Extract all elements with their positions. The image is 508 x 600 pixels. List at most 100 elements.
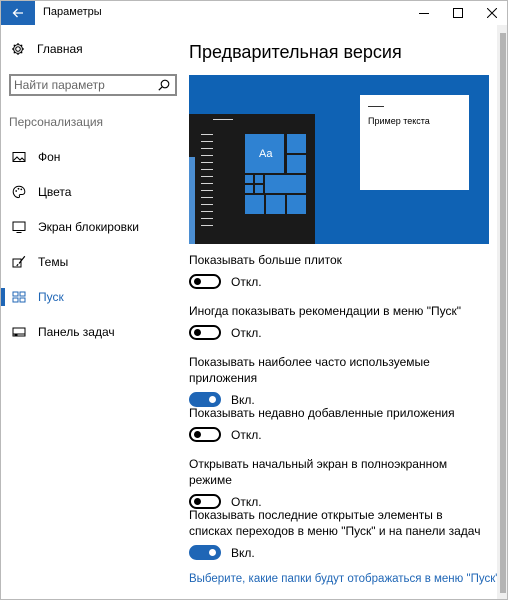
preview-line <box>201 218 213 219</box>
preview-tile <box>286 194 307 215</box>
toggle-recently-added[interactable] <box>189 427 221 442</box>
preview-line <box>201 169 213 170</box>
preview-line <box>201 134 213 135</box>
toggle-state: Вкл. <box>231 545 255 560</box>
sidebar-item-label: Фон <box>38 149 61 164</box>
preview-line <box>201 148 213 149</box>
back-arrow-icon <box>12 8 23 18</box>
preview-line <box>201 183 213 184</box>
preview-line <box>213 119 233 120</box>
setting-label: Иногда показывать рекомендации в меню "П… <box>189 304 461 318</box>
sidebar: Главная Персонализация Фон Цвета <box>1 25 185 599</box>
title-bar: Параметры <box>1 1 507 25</box>
toggle-state: Откл. <box>231 427 262 442</box>
home-link[interactable]: Главная <box>11 42 83 56</box>
preview-sidebar-strip <box>189 157 195 244</box>
sidebar-nav: Фон Цвета Экран блокировки Темы Пуск Пан… <box>1 139 185 349</box>
preview-tile <box>254 184 264 194</box>
toggle-jump-lists[interactable] <box>189 545 221 560</box>
toggle-knob <box>194 278 201 285</box>
preview-line <box>201 176 213 177</box>
toggle-state: Откл. <box>231 325 262 340</box>
preview-line <box>201 225 213 226</box>
preview-tile-text: Aa <box>259 148 273 160</box>
sidebar-item-lock-screen[interactable]: Экран блокировки <box>1 209 185 244</box>
start-icon <box>12 290 26 304</box>
close-button[interactable] <box>475 1 507 25</box>
sidebar-item-background[interactable]: Фон <box>1 139 185 174</box>
main-content: Предварительная версия Aa Пример текста … <box>185 25 499 599</box>
close-icon <box>487 8 497 18</box>
maximize-button[interactable] <box>441 1 475 25</box>
preview-window: Пример текста <box>360 95 469 190</box>
sidebar-item-label: Цвета <box>38 184 72 199</box>
setting-more-tiles: Показывать больше плиток Откл. <box>189 252 489 289</box>
taskbar-icon <box>12 325 26 339</box>
minimize-icon <box>419 13 429 14</box>
preview-line <box>201 204 213 205</box>
setting-label: Показывать недавно добавленные приложени… <box>189 406 455 420</box>
preview-line <box>201 190 213 191</box>
preview-line <box>201 197 213 198</box>
preview-tile-large: Aa <box>244 133 285 174</box>
preview-sample-text: Пример текста <box>368 116 430 126</box>
preview-window-bar <box>368 106 384 107</box>
window-title: Параметры <box>43 6 102 18</box>
preview-line <box>201 141 213 142</box>
back-button[interactable] <box>1 1 35 25</box>
sidebar-item-colors[interactable]: Цвета <box>1 174 185 209</box>
scrollbar-thumb[interactable] <box>500 33 506 593</box>
toggle-knob <box>209 549 216 556</box>
preview-line <box>201 162 213 163</box>
sidebar-item-label: Темы <box>38 254 69 269</box>
toggle-more-tiles[interactable] <box>189 274 221 289</box>
setting-full-screen: Открывать начальный экран в полноэкранно… <box>189 456 489 509</box>
lock-screen-icon <box>12 220 26 234</box>
scrollbar[interactable] <box>497 25 507 599</box>
setting-recently-added: Показывать недавно добавленные приложени… <box>189 405 489 442</box>
preview-tile <box>265 194 286 215</box>
start-preview: Aa Пример текста <box>189 75 489 244</box>
sidebar-item-themes[interactable]: Темы <box>1 244 185 279</box>
setting-suggestions: Иногда показывать рекомендации в меню "П… <box>189 303 489 340</box>
picture-icon <box>12 150 26 164</box>
toggle-knob <box>194 431 201 438</box>
toggle-knob <box>194 329 201 336</box>
search-input[interactable] <box>14 77 144 93</box>
setting-label: Показывать больше плиток <box>189 253 342 267</box>
brush-icon <box>12 255 26 269</box>
sidebar-item-label: Пуск <box>38 289 64 304</box>
preview-start-menu: Aa <box>189 114 315 244</box>
setting-jump-lists: Показывать последние открытые элементы в… <box>189 507 489 560</box>
sidebar-item-label: Экран блокировки <box>38 219 139 234</box>
section-title: Персонализация <box>9 115 104 129</box>
choose-folders-link[interactable]: Выберите, какие папки будут отображаться… <box>189 573 499 585</box>
minimize-button[interactable] <box>407 1 441 25</box>
preview-tile <box>244 184 254 194</box>
setting-label: Открывать начальный экран в полноэкранно… <box>189 457 448 487</box>
toggle-knob <box>209 396 216 403</box>
preview-tile <box>244 194 265 215</box>
preview-tile <box>286 133 307 154</box>
page-title: Предварительная версия <box>189 42 402 62</box>
preview-tile <box>254 174 264 184</box>
preview-tile-wide <box>264 174 307 194</box>
gear-icon <box>12 43 24 55</box>
sidebar-item-label: Панель задач <box>38 324 115 339</box>
toggle-knob <box>194 498 201 505</box>
sidebar-item-start[interactable]: Пуск <box>1 279 185 314</box>
search-box[interactable] <box>9 74 177 96</box>
setting-most-used: Показывать наиболее часто используемые п… <box>189 354 489 407</box>
palette-icon <box>12 185 26 199</box>
setting-label: Показывать последние открытые элементы в… <box>189 508 481 538</box>
home-label: Главная <box>37 42 83 56</box>
preview-line <box>201 211 213 212</box>
sidebar-item-taskbar[interactable]: Панель задач <box>1 314 185 349</box>
preview-tile <box>286 154 307 174</box>
settings-window: Параметры Главная Персонализация <box>0 0 508 600</box>
search-icon <box>158 79 170 91</box>
preview-line <box>201 155 213 156</box>
toggle-state: Откл. <box>231 274 262 289</box>
toggle-suggestions[interactable] <box>189 325 221 340</box>
preview-tile <box>244 174 254 184</box>
